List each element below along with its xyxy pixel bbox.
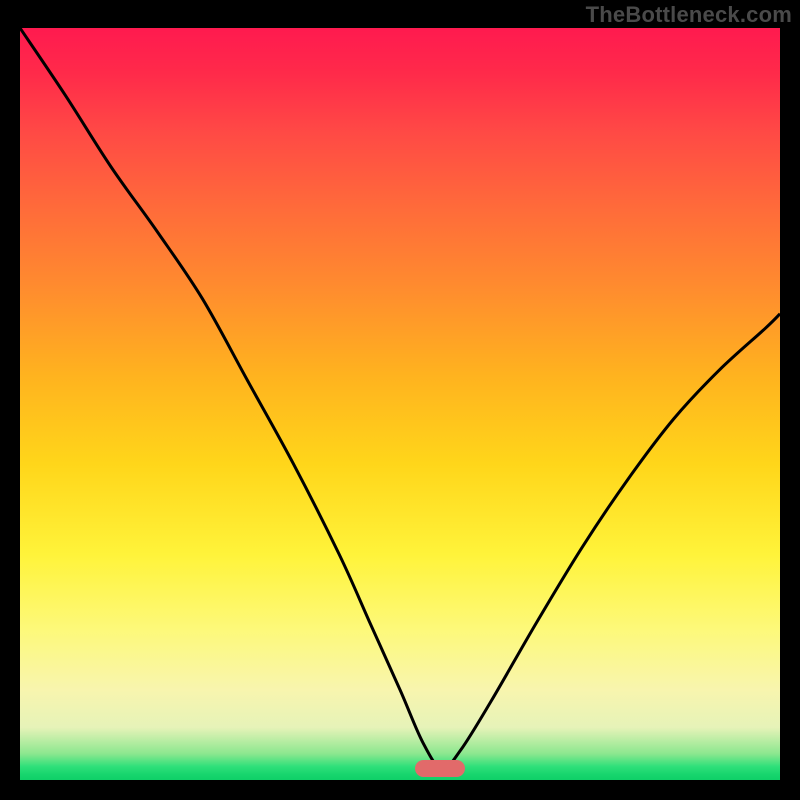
chart-frame: TheBottleneck.com — [0, 0, 800, 800]
bottleneck-curve-path — [20, 28, 780, 769]
curve-svg — [20, 28, 780, 780]
optimum-marker — [415, 760, 465, 777]
attribution-label: TheBottleneck.com — [586, 2, 792, 28]
plot-area — [20, 28, 780, 780]
